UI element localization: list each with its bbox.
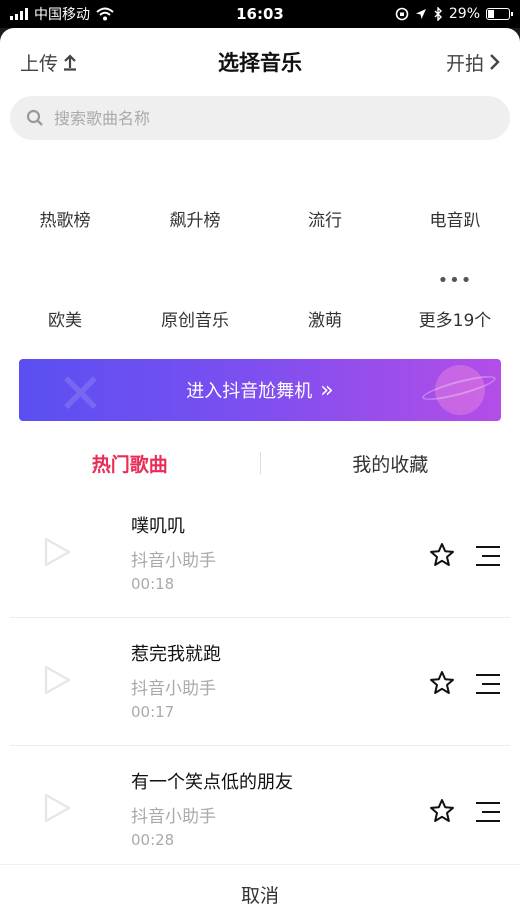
song-menu-icon[interactable]	[475, 801, 501, 823]
play-icon[interactable]	[42, 536, 72, 568]
favorite-star-icon[interactable]	[429, 670, 455, 696]
song-title: 惹完我就跑	[131, 644, 221, 665]
song-duration: 00:18	[131, 575, 175, 593]
category-western[interactable]: 欧美	[0, 306, 130, 331]
song-list: 噗叽叽 抖音小助手 00:18 惹完我就跑 抖音小助手 00:17 有一个笑点低…	[0, 490, 520, 874]
carrier-label: 中国移动	[34, 7, 90, 23]
category-more[interactable]: ••• 更多19个	[390, 270, 520, 331]
location-icon	[415, 9, 426, 19]
search-icon	[26, 109, 43, 126]
start-shoot-label: 开拍	[445, 52, 484, 75]
tab-hot-songs[interactable]: 热门歌曲	[0, 450, 260, 477]
more-dots-icon: •••	[437, 269, 473, 291]
play-icon[interactable]	[42, 792, 72, 824]
song-menu-icon[interactable]	[475, 545, 501, 567]
song-row[interactable]: 惹完我就跑 抖音小助手 00:17	[10, 618, 510, 746]
favorite-star-icon[interactable]	[429, 542, 455, 568]
category-row-1: 热歌榜 飙升榜 流行 电音趴	[0, 188, 520, 248]
song-duration: 00:28	[131, 831, 175, 849]
tab-favorites[interactable]: 我的收藏	[261, 450, 520, 477]
status-bar: 中国移动 16:03 29%	[0, 0, 520, 28]
signal-icon	[10, 8, 28, 20]
category-rising-chart[interactable]: 飙升榜	[130, 206, 260, 231]
upload-label: 上传	[20, 52, 59, 75]
song-info: 有一个笑点低的朋友 抖音小助手 00:28	[131, 768, 293, 849]
play-icon[interactable]	[42, 664, 72, 696]
song-artist: 抖音小助手	[131, 679, 216, 699]
upload-icon	[64, 54, 77, 71]
category-grid: 热歌榜 飙升榜 流行 电音趴 欧美 原创音乐 激萌 ••• 更多19个	[0, 188, 520, 348]
search-bar[interactable]	[10, 96, 510, 140]
upload-button[interactable]: 上传	[20, 49, 78, 76]
song-info: 噗叽叽 抖音小助手 00:18	[131, 512, 216, 593]
category-more-label: 更多19个	[418, 310, 492, 331]
song-artist: 抖音小助手	[131, 807, 216, 827]
cancel-button[interactable]: 取消	[0, 864, 520, 924]
status-left: 中国移动	[10, 4, 114, 24]
song-info: 惹完我就跑 抖音小助手 00:17	[131, 640, 221, 721]
battery-icon	[486, 8, 513, 20]
song-artist: 抖音小助手	[131, 551, 216, 571]
category-original[interactable]: 原创音乐	[130, 306, 260, 331]
song-menu-icon[interactable]	[475, 673, 501, 695]
category-cute[interactable]: 激萌	[260, 306, 390, 331]
category-hot-chart[interactable]: 热歌榜	[0, 206, 130, 231]
song-row[interactable]: 噗叽叽 抖音小助手 00:18	[10, 490, 510, 618]
status-right: 29%	[395, 6, 513, 22]
orientation-lock-icon	[395, 7, 409, 21]
cancel-label: 取消	[240, 885, 279, 907]
search-input[interactable]	[54, 108, 494, 128]
song-duration: 00:17	[131, 703, 175, 721]
battery-percent: 29%	[448, 6, 480, 22]
song-row[interactable]: 有一个笑点低的朋友 抖音小助手 00:28	[10, 746, 510, 874]
song-title: 噗叽叽	[131, 516, 185, 537]
category-edm[interactable]: 电音趴	[390, 206, 520, 231]
banner-content: 进入抖音尬舞机 »	[186, 377, 333, 403]
favorite-star-icon[interactable]	[429, 798, 455, 824]
category-row-2: 欧美 原创音乐 激萌 ••• 更多19个	[0, 270, 520, 348]
song-title: 有一个笑点低的朋友	[131, 772, 293, 793]
bluetooth-icon	[434, 7, 442, 21]
start-shoot-button[interactable]: 开拍	[446, 49, 500, 76]
wifi-icon	[96, 7, 114, 21]
dance-machine-banner[interactable]: ✕ 进入抖音尬舞机 »	[19, 359, 501, 421]
category-pop[interactable]: 流行	[260, 206, 390, 231]
header: 上传 选择音乐 开拍	[0, 28, 520, 96]
music-picker-sheet: 上传 选择音乐 开拍 热歌榜 飙升榜 流行 电音趴 欧美	[0, 28, 520, 924]
chevron-right-icon	[490, 54, 500, 70]
banner-x-decoration: ✕	[57, 362, 104, 422]
double-chevron-right-icon: »	[320, 377, 334, 403]
banner-label: 进入抖音尬舞机	[186, 381, 313, 402]
song-tabs: 热门歌曲 我的收藏	[0, 440, 520, 486]
